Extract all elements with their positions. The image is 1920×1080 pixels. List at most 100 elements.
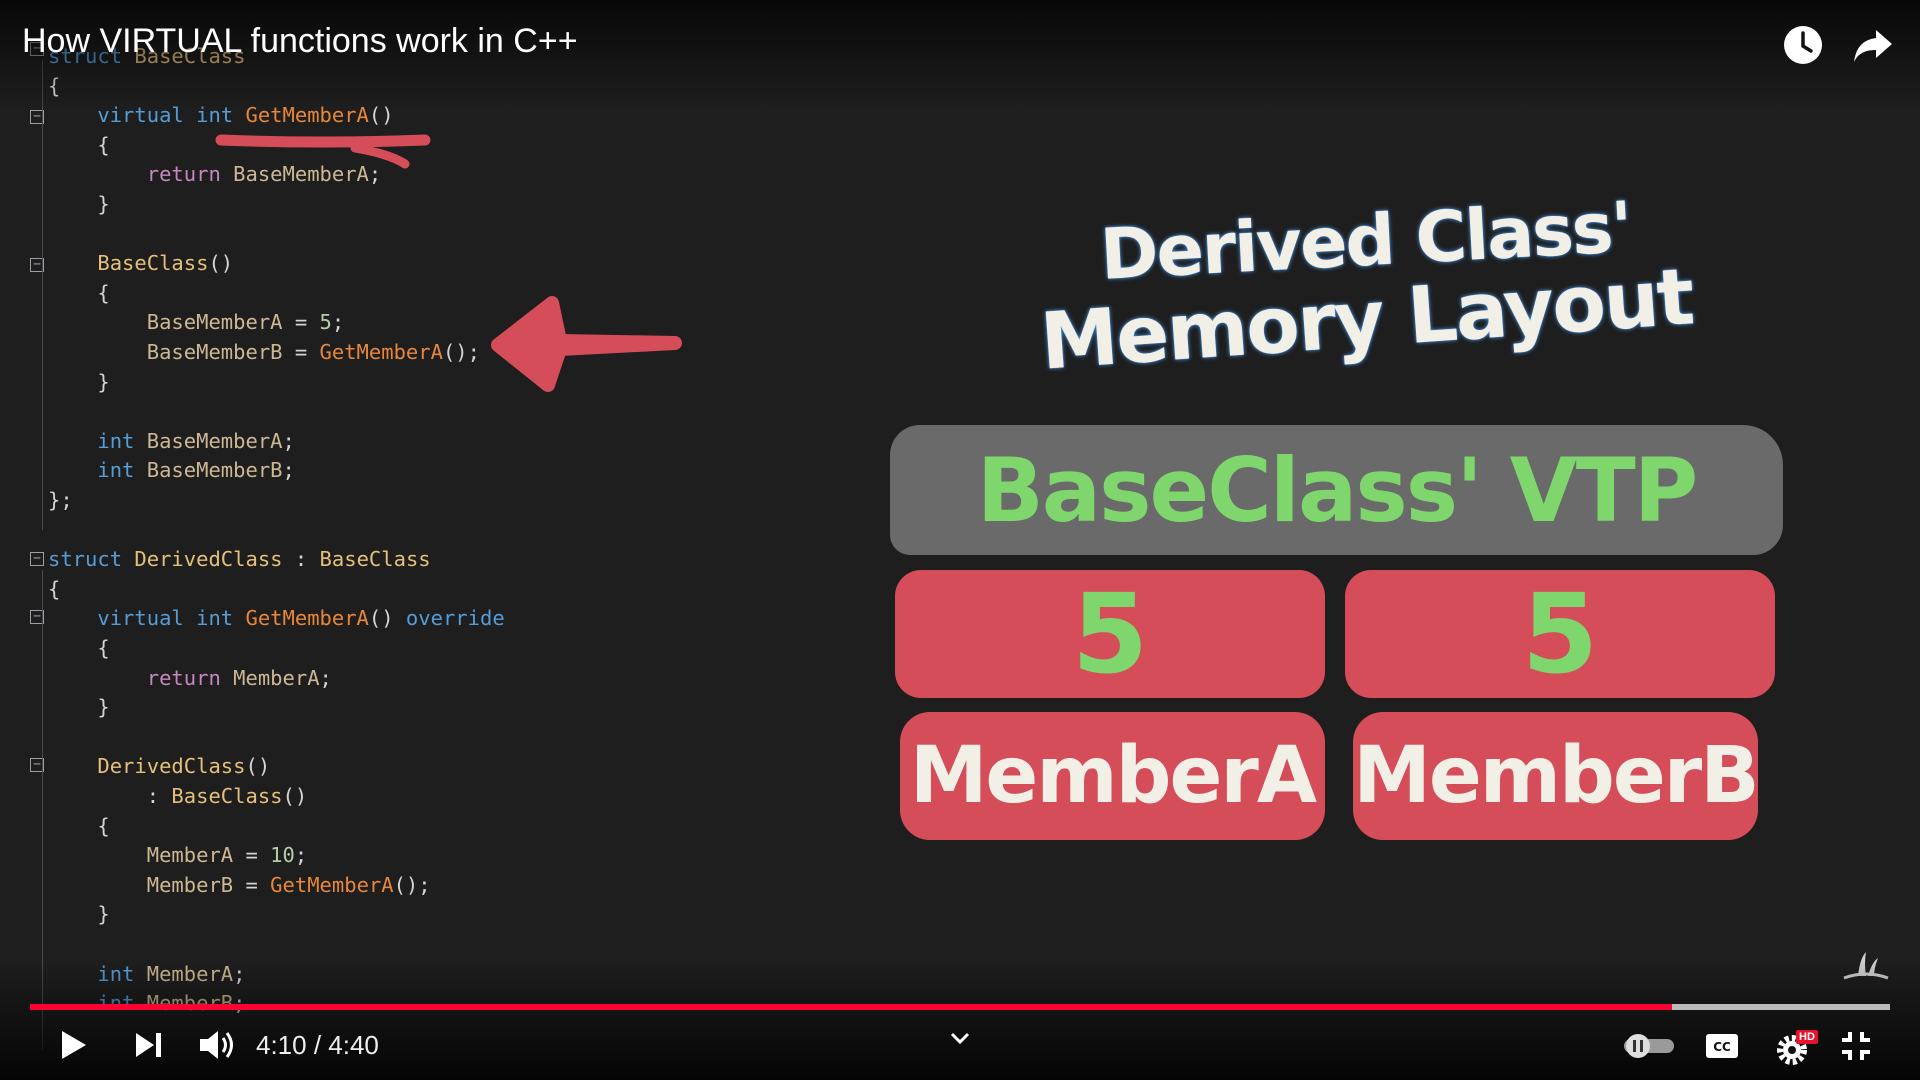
- captions-button[interactable]: CC: [1704, 1032, 1740, 1060]
- value-cell-a: 5: [895, 570, 1325, 698]
- code-token: 5: [319, 310, 332, 335]
- time-display: 4:10 / 4:40: [256, 1030, 379, 1060]
- code-line: }: [48, 368, 110, 397]
- code-token: 10: [270, 843, 295, 868]
- chevron-down-icon: [950, 1032, 970, 1045]
- video-player[interactable]: − − − − − − struct BaseClass{ virtual in…: [0, 0, 1920, 1080]
- code-token: (): [368, 606, 394, 631]
- code-token: :: [282, 547, 320, 572]
- code-token: virtual: [48, 606, 184, 631]
- fold-toggle-icon: −: [30, 552, 44, 566]
- next-button[interactable]: [130, 1027, 166, 1063]
- video-title[interactable]: How VIRTUAL functions work in C++: [22, 22, 578, 61]
- code-token: (): [282, 784, 308, 808]
- code-token: =: [233, 843, 271, 868]
- code-token: {: [48, 636, 110, 660]
- code-line: {: [48, 812, 110, 841]
- code-token: return: [48, 162, 221, 187]
- watch-later-button[interactable]: [1780, 22, 1826, 68]
- code-token: int: [183, 606, 234, 631]
- settings-button[interactable]: HD: [1772, 1024, 1818, 1068]
- code-line: return MemberA;: [48, 664, 332, 693]
- code-token: }: [48, 192, 110, 216]
- code-line: }: [48, 190, 110, 219]
- code-token: DerivedClass: [48, 754, 246, 779]
- exit-fullscreen-button[interactable]: [1840, 1030, 1872, 1062]
- code-token: BaseMemberA: [48, 310, 283, 335]
- hd-badge: HD: [1796, 1030, 1818, 1044]
- code-token: BaseMemberB: [134, 458, 283, 483]
- code-token: int: [48, 458, 135, 483]
- code-line: MemberA = 10;: [48, 841, 307, 870]
- code-token: MemberB: [48, 872, 234, 897]
- watch-later-icon: [1784, 26, 1822, 64]
- code-line: {: [48, 634, 110, 663]
- code-line: BaseMemberA = 5;: [48, 308, 344, 337]
- code-token: }: [48, 902, 110, 927]
- progress-played: [30, 1004, 1673, 1010]
- code-token: DerivedClass: [122, 547, 283, 572]
- member-cell-a: MemberA: [900, 712, 1325, 840]
- code-token: };: [48, 488, 73, 512]
- progress-bar[interactable]: [30, 1004, 1890, 1010]
- code-line: {: [48, 279, 110, 308]
- code-line: int BaseMemberA;: [48, 427, 295, 456]
- code-token: }: [48, 369, 110, 394]
- code-token: =: [233, 872, 271, 897]
- code-token: ;: [331, 310, 345, 335]
- value-cell-b: 5: [1345, 570, 1775, 698]
- code-token: GetMemberA: [233, 606, 369, 631]
- code-token: {: [48, 813, 110, 838]
- code-token: BaseMemberA: [134, 428, 283, 453]
- code-token: override: [393, 606, 505, 631]
- code-line: }: [48, 900, 110, 929]
- vtp-label: BaseClass' VTP: [976, 438, 1699, 542]
- play-icon: [62, 1031, 86, 1059]
- autoplay-toggle-icon: [1624, 1034, 1674, 1058]
- svg-text:CC: CC: [1713, 1040, 1731, 1054]
- code-token: ;: [319, 665, 332, 690]
- code-token: {: [48, 280, 110, 305]
- code-token: BaseClass: [48, 251, 209, 276]
- code-token: BaseClass: [319, 547, 431, 572]
- code-token: struct: [48, 547, 123, 572]
- code-token: :: [48, 784, 172, 808]
- exit-fullscreen-icon: [1842, 1032, 1870, 1060]
- volume-button[interactable]: [196, 1027, 236, 1063]
- code-token: int: [48, 428, 135, 453]
- member-cell-b: MemberB: [1353, 712, 1760, 840]
- share-button[interactable]: [1850, 22, 1896, 68]
- code-token: ;: [282, 428, 295, 453]
- code-line: struct DerivedClass : BaseClass: [48, 545, 431, 574]
- code-line: virtual int GetMemberA() override: [48, 604, 505, 633]
- code-token: BaseMemberB: [48, 340, 283, 364]
- code-token: ;: [294, 843, 308, 868]
- vtp-bar: BaseClass' VTP: [890, 425, 1783, 555]
- code-line: BaseMemberB = GetMemberA();: [48, 338, 480, 367]
- member-b-label: MemberB: [1353, 731, 1759, 821]
- autoplay-toggle[interactable]: [1622, 1032, 1678, 1060]
- code-token: GetMemberA: [319, 340, 443, 364]
- code-editor: − − − − − − struct BaseClass{ virtual in…: [0, 40, 900, 1050]
- play-button[interactable]: [52, 1025, 92, 1065]
- volume-icon: [200, 1031, 233, 1059]
- code-token: return: [48, 665, 221, 690]
- code-token: =: [282, 310, 320, 335]
- code-token: ();: [393, 872, 431, 897]
- code-token: MemberA: [48, 843, 234, 868]
- indent-guide: [42, 60, 43, 530]
- code-token: BaseClass: [171, 784, 283, 808]
- red-underline-annotation: [215, 134, 431, 169]
- code-line: {: [48, 575, 60, 604]
- code-token: =: [282, 340, 320, 364]
- code-token: GetMemberA: [270, 872, 394, 897]
- code-token: (): [245, 754, 271, 779]
- share-icon: [1854, 30, 1892, 62]
- captions-icon: CC: [1706, 1034, 1738, 1058]
- code-token: }: [48, 695, 110, 720]
- chevron-down-button[interactable]: [948, 1030, 972, 1046]
- code-line: MemberB = GetMemberA();: [48, 871, 431, 900]
- red-arrow-annotation: [491, 296, 682, 392]
- code-token: {: [48, 132, 110, 157]
- value-a: 5: [1071, 570, 1149, 698]
